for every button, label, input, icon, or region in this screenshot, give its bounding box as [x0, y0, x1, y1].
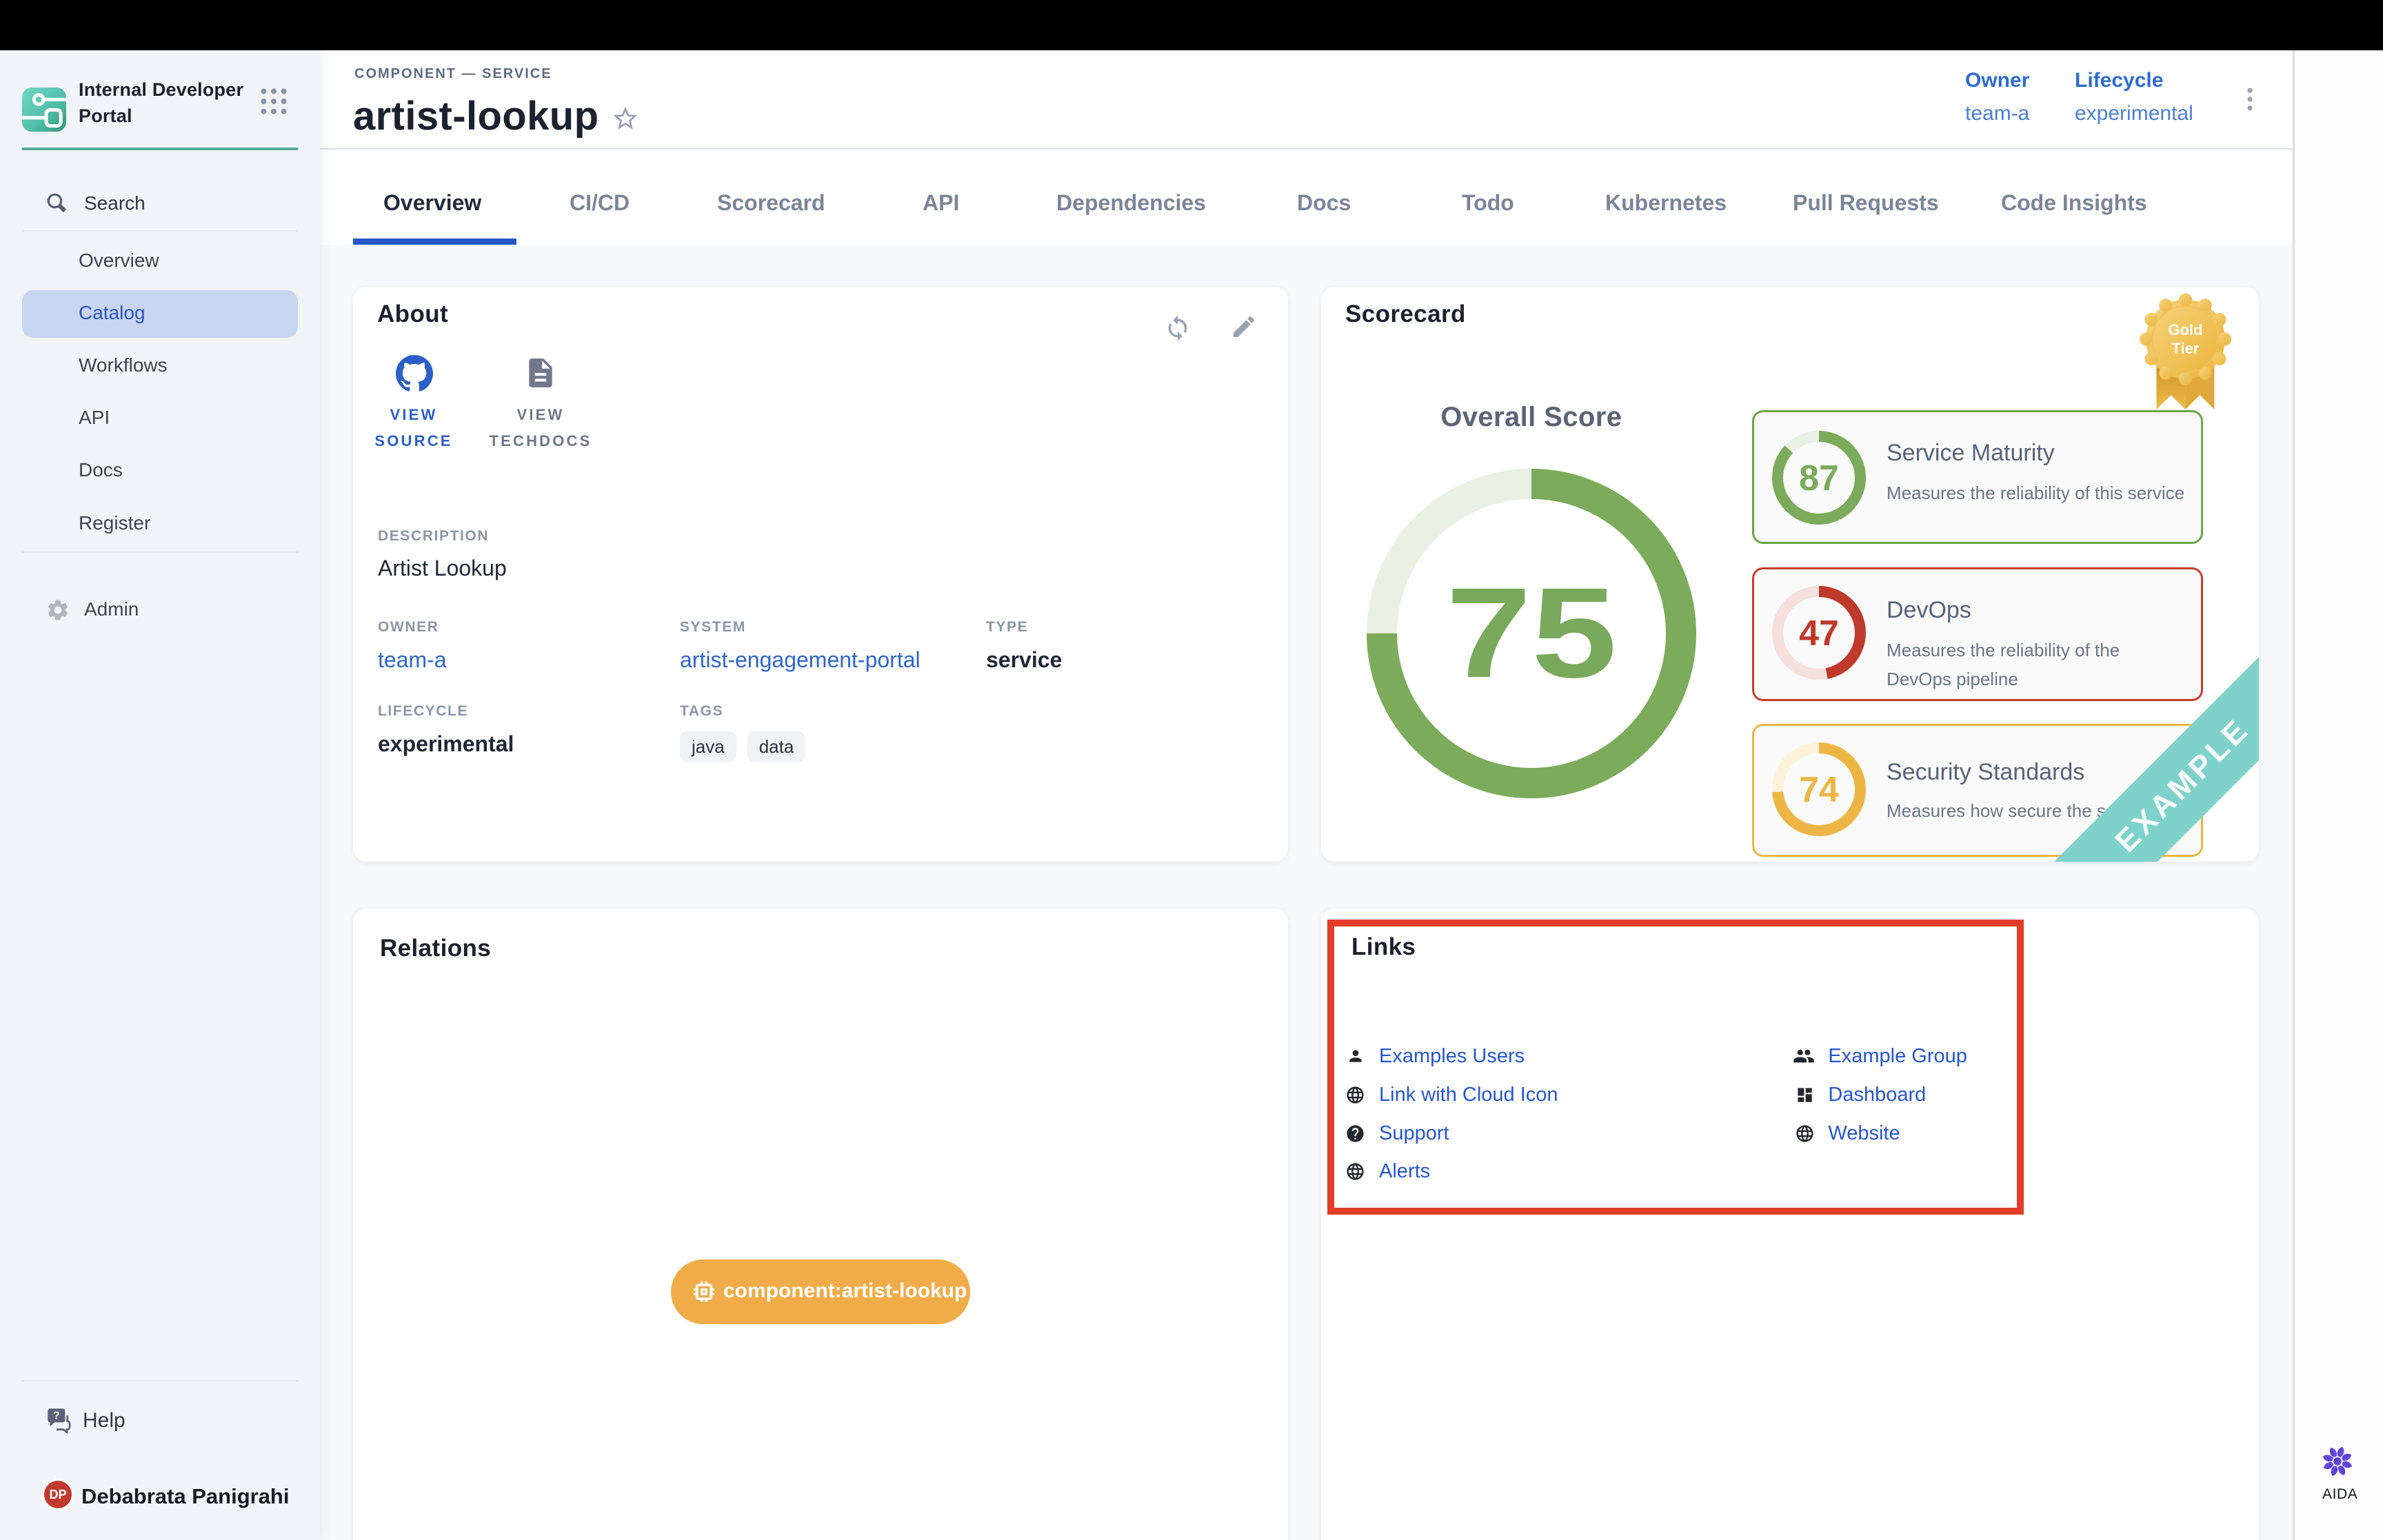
svg-text:?: ? [53, 1410, 60, 1421]
svg-text:87: 87 [1799, 458, 1839, 498]
svg-text:Gold: Gold [2168, 321, 2202, 338]
svg-text:Tier: Tier [2171, 340, 2199, 357]
svg-text:74: 74 [1799, 770, 1839, 810]
svg-text:47: 47 [1799, 614, 1839, 654]
svg-text:75: 75 [1446, 562, 1617, 705]
